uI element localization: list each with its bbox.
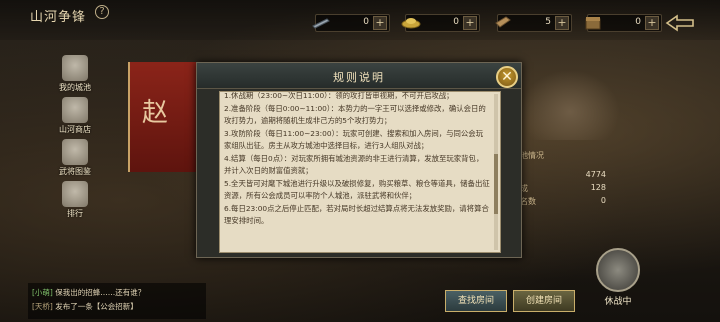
- menu-shop[interactable]: 山河商店: [47, 97, 103, 135]
- top-bar: 山河争锋 ? 0 + 0 + 5 + 0 +: [0, 0, 720, 40]
- add-resource-button[interactable]: +: [463, 16, 477, 30]
- book-icon: [62, 139, 88, 165]
- add-resource-button[interactable]: +: [645, 16, 659, 30]
- faction-banner: 赵: [128, 62, 198, 172]
- shop-icon: [62, 97, 88, 123]
- castle-icon: [62, 55, 88, 81]
- page-title: 山河争锋: [30, 10, 87, 25]
- chat-text: 保我出的招蜂……还有谁？: [55, 288, 146, 297]
- menu-label: 我的城池: [59, 83, 91, 92]
- chat-line: [小萌] 保我出的招蜂……还有谁？: [32, 287, 145, 298]
- panel-title: 池情况: [520, 151, 544, 160]
- rules-scroll-area[interactable]: 1.休战期（23:00~次日11:00）：领的攻打皆审视期，不可开启攻战； 2.…: [219, 91, 501, 253]
- panel-value: 0: [600, 196, 606, 205]
- resource-token: 5 +: [495, 14, 572, 32]
- resource-value: 0: [363, 17, 369, 27]
- menu-label: 山河商店: [59, 125, 91, 134]
- war-status[interactable]: 休战中: [590, 248, 646, 312]
- rule-item: 1.休战期（23:00~次日11:00）：领的攻打皆审视期，不可开启攻战；: [224, 91, 454, 100]
- chat-tag: [小萌]: [32, 288, 53, 297]
- dialog-header: 规则说明 ✕: [197, 63, 521, 89]
- menu-hero-book[interactable]: 武将图鉴: [47, 139, 103, 177]
- gold-ingot-icon: [401, 18, 421, 29]
- chat-tag: [天桥]: [32, 302, 53, 311]
- menu-ranking[interactable]: 排行: [47, 181, 103, 219]
- menu-label: 排行: [67, 209, 83, 218]
- resource-value: 5: [545, 17, 551, 27]
- rule-item: 2.准备阶段（每日0:00~11:00）：本势力的一字王可以选择或修改，确认会日…: [224, 103, 486, 126]
- ranking-icon: [62, 181, 88, 207]
- game-screen: 山河争锋 ? 0 + 0 + 5 + 0 + 我的城池 山河商店 武将图鉴 排行…: [0, 0, 720, 322]
- chat-text: 发布了一条【公会招新】: [55, 302, 138, 311]
- resource-sword: 0 +: [312, 14, 390, 32]
- resource-gold: 0 +: [401, 14, 480, 32]
- close-button[interactable]: ✕: [496, 66, 518, 88]
- token-icon: [495, 16, 511, 28]
- resource-chest: 0 +: [585, 14, 662, 32]
- panel-label: 名数: [520, 197, 536, 206]
- dialog-title: 规则说明: [333, 71, 385, 84]
- help-icon[interactable]: ?: [95, 5, 109, 19]
- panel-value: 128: [590, 183, 606, 192]
- scrollbar-thumb[interactable]: [494, 154, 498, 214]
- menu-my-cities[interactable]: 我的城池: [47, 55, 103, 93]
- war-status-label: 休战中: [604, 297, 632, 307]
- rule-item: 4.结算（每日0点）：对玩家所拥有城池资源的非王进行清算，发放至玩家背包，并计入…: [224, 153, 484, 176]
- resource-value: 0: [453, 17, 459, 27]
- chat-line: [天桥] 发布了一条【公会招新】: [32, 301, 138, 312]
- add-resource-button[interactable]: +: [555, 16, 569, 30]
- city-status-panel: 池情况 4774 成 128 名数 0: [520, 150, 608, 220]
- crossed-swords-icon: [596, 248, 640, 292]
- menu-label: 武将图鉴: [59, 167, 91, 176]
- panel-value: 4774: [585, 170, 606, 179]
- rule-item: 5.全天皆可对麾下城池进行升级以及破损修复，购买粮草、粮仓等道具，储备出征资源，…: [224, 178, 490, 201]
- create-room-button[interactable]: 创建房间: [513, 290, 575, 312]
- add-resource-button[interactable]: +: [373, 16, 387, 30]
- find-room-button[interactable]: 查找房间: [445, 290, 507, 312]
- rule-item: 6.每日23:00点之后停止匹配，若对局时长超过结算点将无法发放奖励，请将算合理…: [224, 203, 489, 226]
- rules-dialog: 规则说明 ✕ 1.休战期（23:00~次日11:00）：领的攻打皆审视期，不可开…: [196, 62, 522, 258]
- back-arrow-icon[interactable]: [663, 14, 699, 32]
- rules-text: 1.休战期（23:00~次日11:00）：领的攻打皆审视期，不可开启攻战； 2.…: [224, 91, 490, 228]
- rule-item: 3.攻防阶段（每日11:00~23:00）：玩家可创建、搜索和加入房间，与同公会…: [224, 128, 484, 151]
- treasure-chest-icon: [585, 17, 601, 30]
- chat-box[interactable]: [小萌] 保我出的招蜂……还有谁？ [天桥] 发布了一条【公会招新】: [28, 283, 206, 319]
- castle-image: [520, 70, 620, 140]
- sword-icon: [312, 18, 330, 29]
- resource-value: 0: [635, 17, 641, 27]
- banner-character: 赵: [142, 98, 169, 128]
